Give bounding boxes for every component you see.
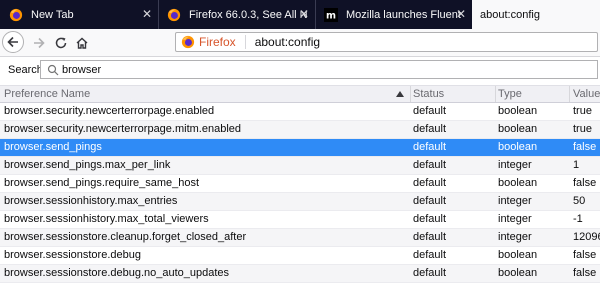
firefox-icon — [167, 8, 181, 21]
close-tab-icon[interactable]: ✕ — [142, 7, 152, 21]
preference-name: browser.sessionhistory.max_total_viewers — [4, 213, 209, 225]
mozilla-m-icon: m — [324, 7, 338, 22]
table-row[interactable]: browser.security.newcerterrorpage.mitm.e… — [0, 121, 600, 139]
column-header-value[interactable]: Value — [573, 88, 600, 100]
column-divider[interactable] — [410, 86, 411, 102]
preference-name: browser.send_pings — [4, 141, 102, 153]
forward-button[interactable] — [28, 32, 50, 54]
tab-mozilla-fluent[interactable]: m Mozilla launches Fluent 1.0 to l ✕ — [315, 0, 472, 29]
identity-label: Firefox — [199, 35, 236, 49]
preference-type: integer — [498, 195, 532, 207]
preference-status: default — [413, 105, 447, 117]
search-box[interactable] — [40, 60, 598, 79]
preference-status: default — [413, 123, 447, 135]
tab-firefox-66[interactable]: Firefox 66.0.3, See All New Featu ✕ — [158, 0, 316, 29]
preference-name: browser.security.newcerterrorpage.enable… — [4, 105, 215, 117]
search-input[interactable] — [59, 62, 542, 77]
identity-box[interactable]: Firefox — [176, 35, 246, 49]
tab-label: New Tab — [31, 8, 74, 21]
back-arrow-icon — [7, 36, 18, 48]
table-header: Preference Name Status Type Value — [0, 85, 600, 103]
column-divider[interactable] — [495, 86, 496, 102]
preference-name: browser.sessionstore.cleanup.forget_clos… — [4, 231, 247, 243]
preference-name: browser.security.newcerterrorpage.mitm.e… — [4, 123, 242, 135]
address-bar[interactable]: Firefox about:config — [175, 32, 598, 52]
tab-label: about:config — [480, 8, 540, 21]
firefox-icon — [9, 8, 23, 21]
tab-strip: New Tab ✕ Firefox 66.0.3, See All New Fe… — [0, 0, 600, 29]
preferences-table: Preference Name Status Type Value browse… — [0, 85, 600, 283]
preference-type: integer — [498, 159, 532, 171]
reload-icon — [55, 37, 67, 49]
preference-type: boolean — [498, 105, 538, 117]
table-row[interactable]: browser.sessionstore.debug default boole… — [0, 247, 600, 265]
table-row[interactable]: browser.send_pings.max_per_link default … — [0, 157, 600, 175]
table-row-selected[interactable]: browser.send_pings default boolean false — [0, 139, 600, 157]
preference-status: default — [413, 249, 447, 261]
preference-status: default — [413, 177, 447, 189]
svg-text:m: m — [326, 10, 336, 21]
preference-status: default — [413, 231, 447, 243]
table-row[interactable]: browser.sessionstore.cleanup.forget_clos… — [0, 229, 600, 247]
preference-status: default — [413, 213, 447, 225]
table-row[interactable]: browser.sessionstore.debug.no_auto_updat… — [0, 265, 600, 283]
preference-value: false — [573, 249, 597, 261]
close-tab-icon[interactable]: ✕ — [456, 7, 466, 21]
home-icon — [76, 37, 88, 49]
preference-value: true — [573, 105, 592, 117]
preference-type: boolean — [498, 123, 538, 135]
preference-value: 50 — [573, 195, 586, 207]
tab-about-config[interactable]: about:config — [472, 0, 600, 29]
preference-value: false — [573, 141, 597, 153]
preference-name: browser.send_pings.require_same_host — [4, 177, 200, 189]
home-button[interactable] — [71, 32, 93, 54]
preference-type: boolean — [498, 249, 538, 261]
column-header-status[interactable]: Status — [413, 88, 444, 100]
preference-name: browser.send_pings.max_per_link — [4, 159, 171, 171]
navigation-toolbar: Firefox about:config — [0, 29, 600, 57]
preference-name: browser.sessionstore.debug — [4, 249, 141, 261]
table-row[interactable]: browser.sessionhistory.max_total_viewers… — [0, 211, 600, 229]
tab-label: Firefox 66.0.3, See All New Featu — [189, 8, 307, 21]
table-row[interactable]: browser.send_pings.require_same_host def… — [0, 175, 600, 193]
column-divider[interactable] — [569, 86, 570, 102]
table-row[interactable]: browser.sessionhistory.max_entries defau… — [0, 193, 600, 211]
firefox-icon — [181, 35, 195, 49]
preference-type: integer — [498, 231, 532, 243]
reload-button[interactable] — [50, 32, 72, 54]
search-icon — [47, 64, 59, 75]
column-header-type[interactable]: Type — [498, 88, 522, 100]
preference-name: browser.sessionhistory.max_entries — [4, 195, 178, 207]
preference-type: integer — [498, 213, 532, 225]
tab-new-tab[interactable]: New Tab ✕ — [0, 0, 159, 29]
preference-status: default — [413, 159, 447, 171]
preference-value: -1 — [573, 213, 583, 225]
preference-value: 1 — [573, 159, 580, 171]
sort-ascending-icon — [396, 91, 404, 97]
config-search-row: Search: — [0, 57, 600, 83]
forward-arrow-icon — [34, 37, 45, 49]
preference-status: default — [413, 141, 447, 153]
preference-value: 120960 — [573, 231, 600, 243]
close-tab-icon[interactable]: ✕ — [299, 7, 309, 21]
preference-type: boolean — [498, 177, 538, 189]
preference-type: boolean — [498, 141, 538, 153]
column-header-preference-name[interactable]: Preference Name — [4, 88, 90, 100]
preference-value: false — [573, 177, 597, 189]
table-row[interactable]: browser.security.newcerterrorpage.enable… — [0, 103, 600, 121]
preference-value: true — [573, 123, 592, 135]
back-button[interactable] — [2, 31, 24, 53]
preference-status: default — [413, 195, 447, 207]
tab-label: Mozilla launches Fluent 1.0 to l — [346, 8, 464, 21]
url-text: about:config — [254, 35, 321, 49]
